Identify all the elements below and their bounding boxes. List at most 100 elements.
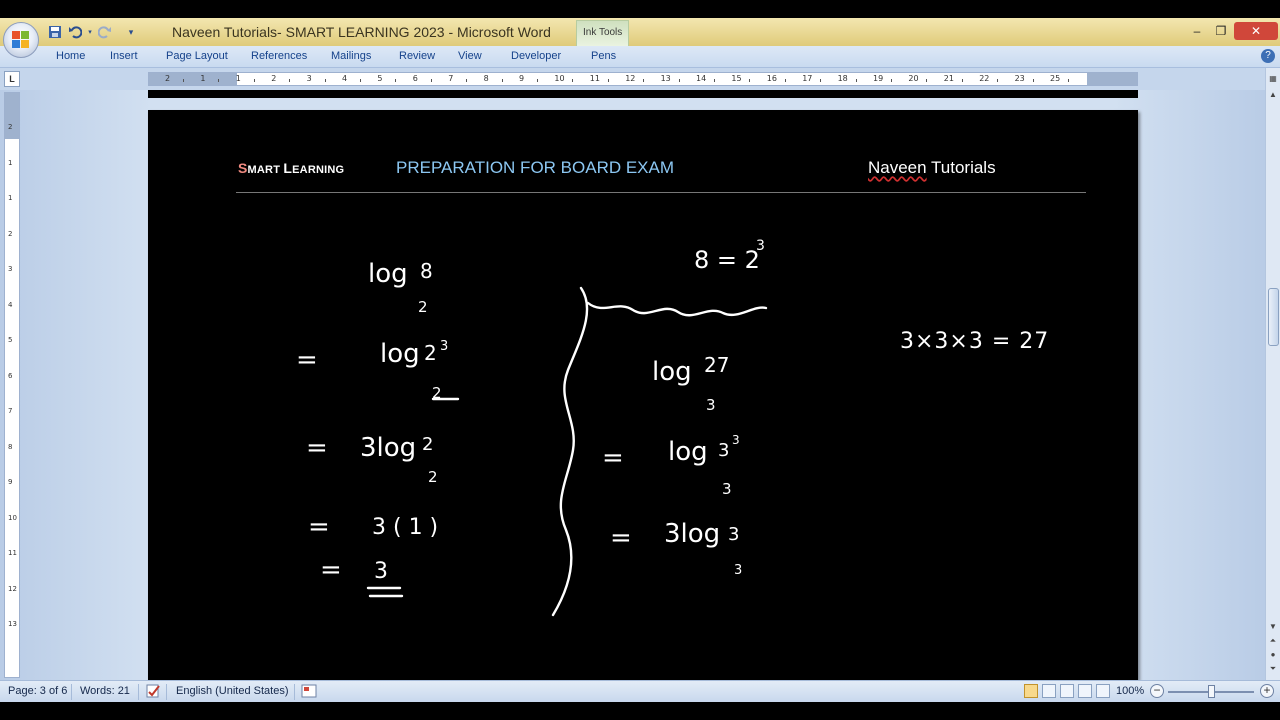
- zoom-level[interactable]: 100%: [1116, 685, 1144, 697]
- wavy-underline: [586, 301, 768, 317]
- vertical-ruler[interactable]: 2 1 1 2 3 4 5 6 7 8 9 10 11 12 13: [4, 92, 20, 678]
- ink-mid-coef3: 3log: [664, 519, 720, 549]
- ruler-number: 15: [731, 74, 742, 83]
- ruler-number: 2: [8, 123, 13, 131]
- ruler-tick: [218, 79, 220, 82]
- ink-mid-arg3: 3: [728, 524, 739, 545]
- ruler-number: 21: [943, 74, 954, 83]
- help-icon[interactable]: ?: [1261, 49, 1275, 63]
- outline-view-icon[interactable]: [1078, 684, 1092, 698]
- tab-page-layout[interactable]: Page Layout: [166, 50, 228, 62]
- ruler-tick: [430, 79, 432, 82]
- save-icon[interactable]: [46, 23, 64, 41]
- ruler-number: 10: [554, 74, 565, 83]
- ruler-number: 14: [696, 74, 707, 83]
- scroll-thumb[interactable]: [1268, 288, 1279, 346]
- ink-mid-base2: 3: [722, 480, 732, 498]
- ruler-tick: [360, 79, 361, 82]
- ink-left-arg2: 2: [424, 341, 437, 365]
- ruler-number: 12: [8, 584, 17, 593]
- undo-icon[interactable]: [66, 23, 84, 41]
- redo-icon[interactable]: [96, 23, 114, 41]
- next-page-icon[interactable]: ⏷: [1267, 662, 1279, 676]
- ink-left-exp2: 3: [440, 339, 448, 354]
- tab-selector[interactable]: L: [4, 71, 20, 87]
- ruler-tick: [714, 79, 715, 82]
- ruler-tick: [678, 79, 680, 82]
- ink-left-arg1: 8: [420, 259, 433, 283]
- undo-dropdown-icon[interactable]: ▾: [86, 23, 94, 41]
- macro-record-icon[interactable]: [301, 684, 317, 701]
- proofing-icon[interactable]: [146, 683, 162, 702]
- tab-pens[interactable]: Pens: [591, 50, 616, 62]
- ruler-number: 23: [1014, 74, 1025, 83]
- browse-object-icon[interactable]: ●: [1267, 648, 1279, 662]
- tab-view[interactable]: View: [458, 50, 482, 62]
- ink-mid-log2: log: [668, 437, 708, 467]
- full-screen-reading-view-icon[interactable]: [1042, 684, 1056, 698]
- ruler-tick: [289, 79, 291, 82]
- ruler-tick: [784, 79, 786, 82]
- ruler-number: 18: [837, 74, 848, 83]
- tab-mailings[interactable]: Mailings: [331, 50, 371, 62]
- ink-mid-top-exp: 3: [756, 238, 765, 254]
- zoom-out-button[interactable]: −: [1150, 684, 1164, 698]
- zoom-in-button[interactable]: +: [1260, 684, 1274, 698]
- ruler-number: 4: [8, 300, 13, 309]
- ruler-number: 8: [8, 442, 13, 451]
- ruler-number: 20: [908, 74, 919, 83]
- ruler-tick: [324, 79, 326, 82]
- tab-review[interactable]: Review: [399, 50, 435, 62]
- ink-left-arg3: 2: [422, 434, 433, 455]
- ruler-toggle-icon[interactable]: ▦: [1267, 72, 1279, 86]
- previous-page-icon[interactable]: ⏶: [1267, 634, 1279, 648]
- document-page[interactable]: SMART LEARNING PREPARATION FOR BOARD EXA…: [148, 110, 1138, 680]
- restore-button[interactable]: ❐: [1210, 22, 1232, 40]
- left-column: log 8 2 = log 2 3 2 = 3log 2 2 = 3 ( 1 )…: [296, 259, 448, 585]
- tab-insert[interactable]: Insert: [110, 50, 138, 62]
- wavy-divider: [551, 286, 589, 617]
- close-button[interactable]: ✕: [1234, 22, 1278, 40]
- zoom-slider-thumb[interactable]: [1208, 685, 1215, 698]
- scroll-down-icon[interactable]: ▼: [1267, 620, 1279, 634]
- ruler-number: 5: [377, 74, 383, 83]
- ink-left-eq3: =: [306, 433, 328, 463]
- ink-left-coef3: 3log: [360, 433, 416, 463]
- status-page[interactable]: Page: 3 of 6: [8, 685, 67, 697]
- ruler-number: 2: [271, 74, 277, 83]
- ruler-number: 19: [873, 74, 884, 83]
- ruler-tick: [395, 79, 397, 82]
- ink-left-log1: log: [368, 259, 408, 289]
- scroll-up-icon[interactable]: ▲: [1267, 88, 1279, 102]
- ruler-number: 3: [306, 74, 312, 83]
- tab-references[interactable]: References: [251, 50, 307, 62]
- ruler-tick: [501, 79, 503, 82]
- ruler-tick: [643, 79, 645, 82]
- ink-mid-eq3: =: [610, 523, 632, 553]
- ruler-tick: [926, 79, 928, 82]
- ruler-tick: [253, 79, 255, 82]
- office-button[interactable]: [3, 22, 39, 58]
- ruler-number: 22: [979, 74, 990, 83]
- ruler-number: 17: [802, 74, 813, 83]
- ink-left-line4: 3 ( 1 ): [372, 515, 438, 540]
- vertical-scrollbar[interactable]: ▦ ▲ ▼ ⏶ ● ⏷: [1265, 68, 1280, 680]
- ruler-number: 6: [412, 74, 418, 83]
- tab-developer[interactable]: Developer: [511, 50, 561, 62]
- ruler-tick: [855, 79, 857, 82]
- ruler-tick: [997, 79, 999, 82]
- draft-view-icon[interactable]: [1096, 684, 1110, 698]
- ink-mid-arg2: 3: [718, 440, 729, 461]
- tab-home[interactable]: Home: [56, 50, 85, 62]
- ruler-tick: [749, 79, 751, 82]
- customize-toolbar-icon[interactable]: ▾: [122, 23, 140, 41]
- status-language[interactable]: English (United States): [176, 685, 289, 697]
- minimize-button[interactable]: –: [1186, 22, 1208, 40]
- web-layout-view-icon[interactable]: [1060, 684, 1074, 698]
- print-layout-view-icon[interactable]: [1024, 684, 1038, 698]
- horizontal-ruler[interactable]: 2 1 1 2 3 4 5 6 7 8 9 10 11 12 13 14 15 16 17 18 19 20 21 22 23 2…: [148, 72, 1138, 86]
- ink-left-base2: 2: [432, 384, 442, 402]
- ink-left-eq5: =: [320, 555, 342, 585]
- status-words[interactable]: Words: 21: [80, 685, 130, 697]
- ink-mid-top: 8 = 2: [694, 246, 760, 274]
